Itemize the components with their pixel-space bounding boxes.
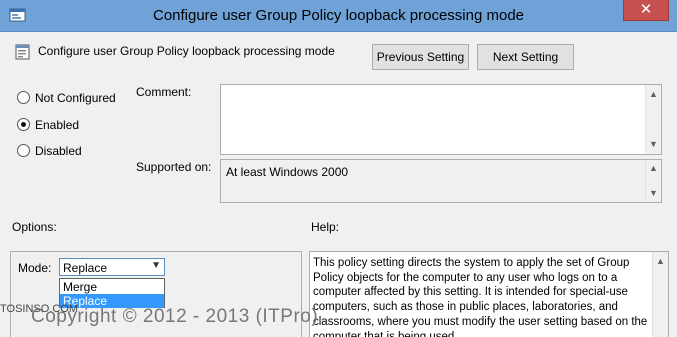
window-title: Configure user Group Policy loopback pro…: [152, 7, 525, 24]
next-setting-button[interactable]: Next Setting: [477, 44, 574, 70]
supported-on-label: Supported on:: [136, 160, 212, 174]
radio-circle[interactable]: [17, 144, 30, 158]
setting-icon: [15, 44, 30, 60]
title-bar: Configure user Group Policy loopback pro…: [0, 0, 677, 32]
mode-select-value: Replace: [63, 261, 108, 275]
help-text: This policy setting directs the system t…: [313, 257, 648, 337]
mode-label: Mode:: [18, 261, 52, 275]
options-label: Options:: [12, 220, 57, 234]
radio-enabled[interactable]: Enabled: [17, 117, 79, 132]
scroll-down-icon[interactable]: ▼: [646, 186, 661, 201]
radio-circle[interactable]: [17, 118, 30, 132]
help-scrollbar[interactable]: ▲: [652, 252, 668, 337]
chevron-down-icon[interactable]: ▼: [151, 260, 161, 271]
setting-title: Configure user Group Policy loopback pro…: [38, 44, 335, 58]
scroll-up-icon[interactable]: ▲: [653, 254, 668, 269]
comment-label: Comment:: [136, 85, 192, 99]
scroll-down-icon[interactable]: ▼: [646, 137, 661, 152]
supported-on-field: At least Windows 2000 ▲ ▼: [220, 159, 662, 203]
comment-textarea[interactable]: ▲ ▼: [220, 84, 662, 155]
help-panel: This policy setting directs the system t…: [309, 251, 669, 337]
close-button[interactable]: ✕: [623, 0, 669, 21]
dropdown-option-merge[interactable]: Merge: [60, 280, 164, 294]
radio-circle[interactable]: [17, 91, 30, 105]
mode-select[interactable]: Replace ▼: [59, 258, 165, 276]
radio-label: Enabled: [35, 117, 80, 132]
radio-not-configured[interactable]: Not Configured: [17, 90, 116, 105]
radio-disabled[interactable]: Disabled: [17, 143, 82, 158]
help-label: Help:: [311, 220, 340, 234]
close-icon: ✕: [639, 1, 653, 18]
watermark-copyright: Copyright © 2012 - 2013 (ITPro): [31, 306, 319, 327]
supported-scrollbar[interactable]: ▲ ▼: [645, 160, 661, 202]
scroll-up-icon[interactable]: ▲: [646, 161, 661, 176]
previous-setting-button[interactable]: Previous Setting: [372, 44, 469, 70]
supported-on-value: At least Windows 2000: [226, 165, 349, 179]
scroll-up-icon[interactable]: ▲: [646, 87, 661, 102]
radio-label: Not Configured: [35, 90, 116, 105]
radio-label: Disabled: [35, 143, 82, 158]
comment-scrollbar[interactable]: ▲ ▼: [645, 85, 661, 154]
